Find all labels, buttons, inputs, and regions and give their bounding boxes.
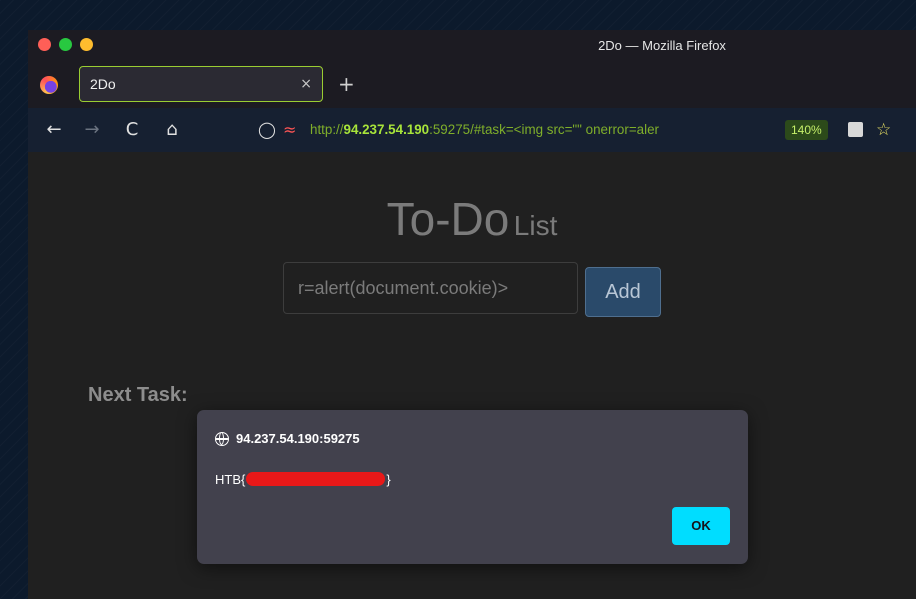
browser-window: 2Do — Mozilla Firefox 2Do × + ← → C ⌂ ◯ … — [28, 30, 916, 599]
globe-icon — [215, 432, 229, 446]
add-button[interactable]: Add — [585, 267, 661, 317]
url-prefix: http:// — [310, 122, 344, 137]
url-host: 94.237.54.190 — [343, 122, 430, 137]
tab-title: 2Do — [90, 76, 116, 92]
url-bar[interactable]: http://94.237.54.190:59275/#task=<img sr… — [310, 108, 780, 152]
minimize-window-button[interactable] — [80, 38, 93, 51]
back-button[interactable]: ← — [42, 108, 66, 152]
title-bar: 2Do — Mozilla Firefox — [28, 30, 916, 62]
close-window-button[interactable] — [38, 38, 51, 51]
page-title-sub: List — [513, 210, 558, 241]
navigation-bar: ← → C ⌂ ◯ ≈ http://94.237.54.190:59275/#… — [28, 108, 916, 152]
firefox-logo-icon[interactable] — [40, 76, 58, 94]
reload-button[interactable]: C — [120, 108, 144, 152]
maximize-window-button[interactable] — [59, 38, 72, 51]
zoom-level-badge[interactable]: 140% — [785, 120, 828, 140]
page-title: To-Do List — [28, 192, 916, 246]
task-input[interactable]: r=alert(document.cookie)> — [283, 262, 578, 314]
window-title: 2Do — Mozilla Firefox — [598, 38, 726, 53]
tracking-protection-shield-icon[interactable]: ◯ — [258, 108, 276, 152]
new-tab-button[interactable]: + — [338, 70, 355, 98]
next-task-label: Next Task: — [88, 384, 188, 406]
redaction-bar — [246, 472, 386, 486]
bookmark-star-icon[interactable]: ☆ — [876, 108, 891, 152]
alert-dialog: 94.237.54.190:59275 HTB{} OK — [197, 410, 748, 564]
message-suffix: } — [386, 472, 391, 487]
ok-button[interactable]: OK — [672, 507, 730, 545]
home-button[interactable]: ⌂ — [160, 108, 184, 152]
tab-2do[interactable]: 2Do × — [79, 66, 323, 102]
extension-icon[interactable] — [848, 122, 863, 137]
message-prefix: HTB{ — [215, 472, 246, 487]
close-tab-icon[interactable]: × — [300, 67, 312, 101]
dialog-message: HTB{} — [215, 470, 391, 490]
tab-bar: 2Do × + — [28, 62, 916, 108]
url-rest: :59275/#task=<img src="" onerror=aler — [429, 122, 659, 137]
forward-button[interactable]: → — [80, 108, 104, 152]
page-title-main: To-Do — [386, 193, 510, 245]
insecure-connection-icon[interactable]: ≈ — [283, 108, 296, 152]
page-content: To-Do List r=alert(document.cookie)> Add… — [28, 152, 916, 599]
dialog-origin: 94.237.54.190:59275 — [236, 431, 360, 446]
